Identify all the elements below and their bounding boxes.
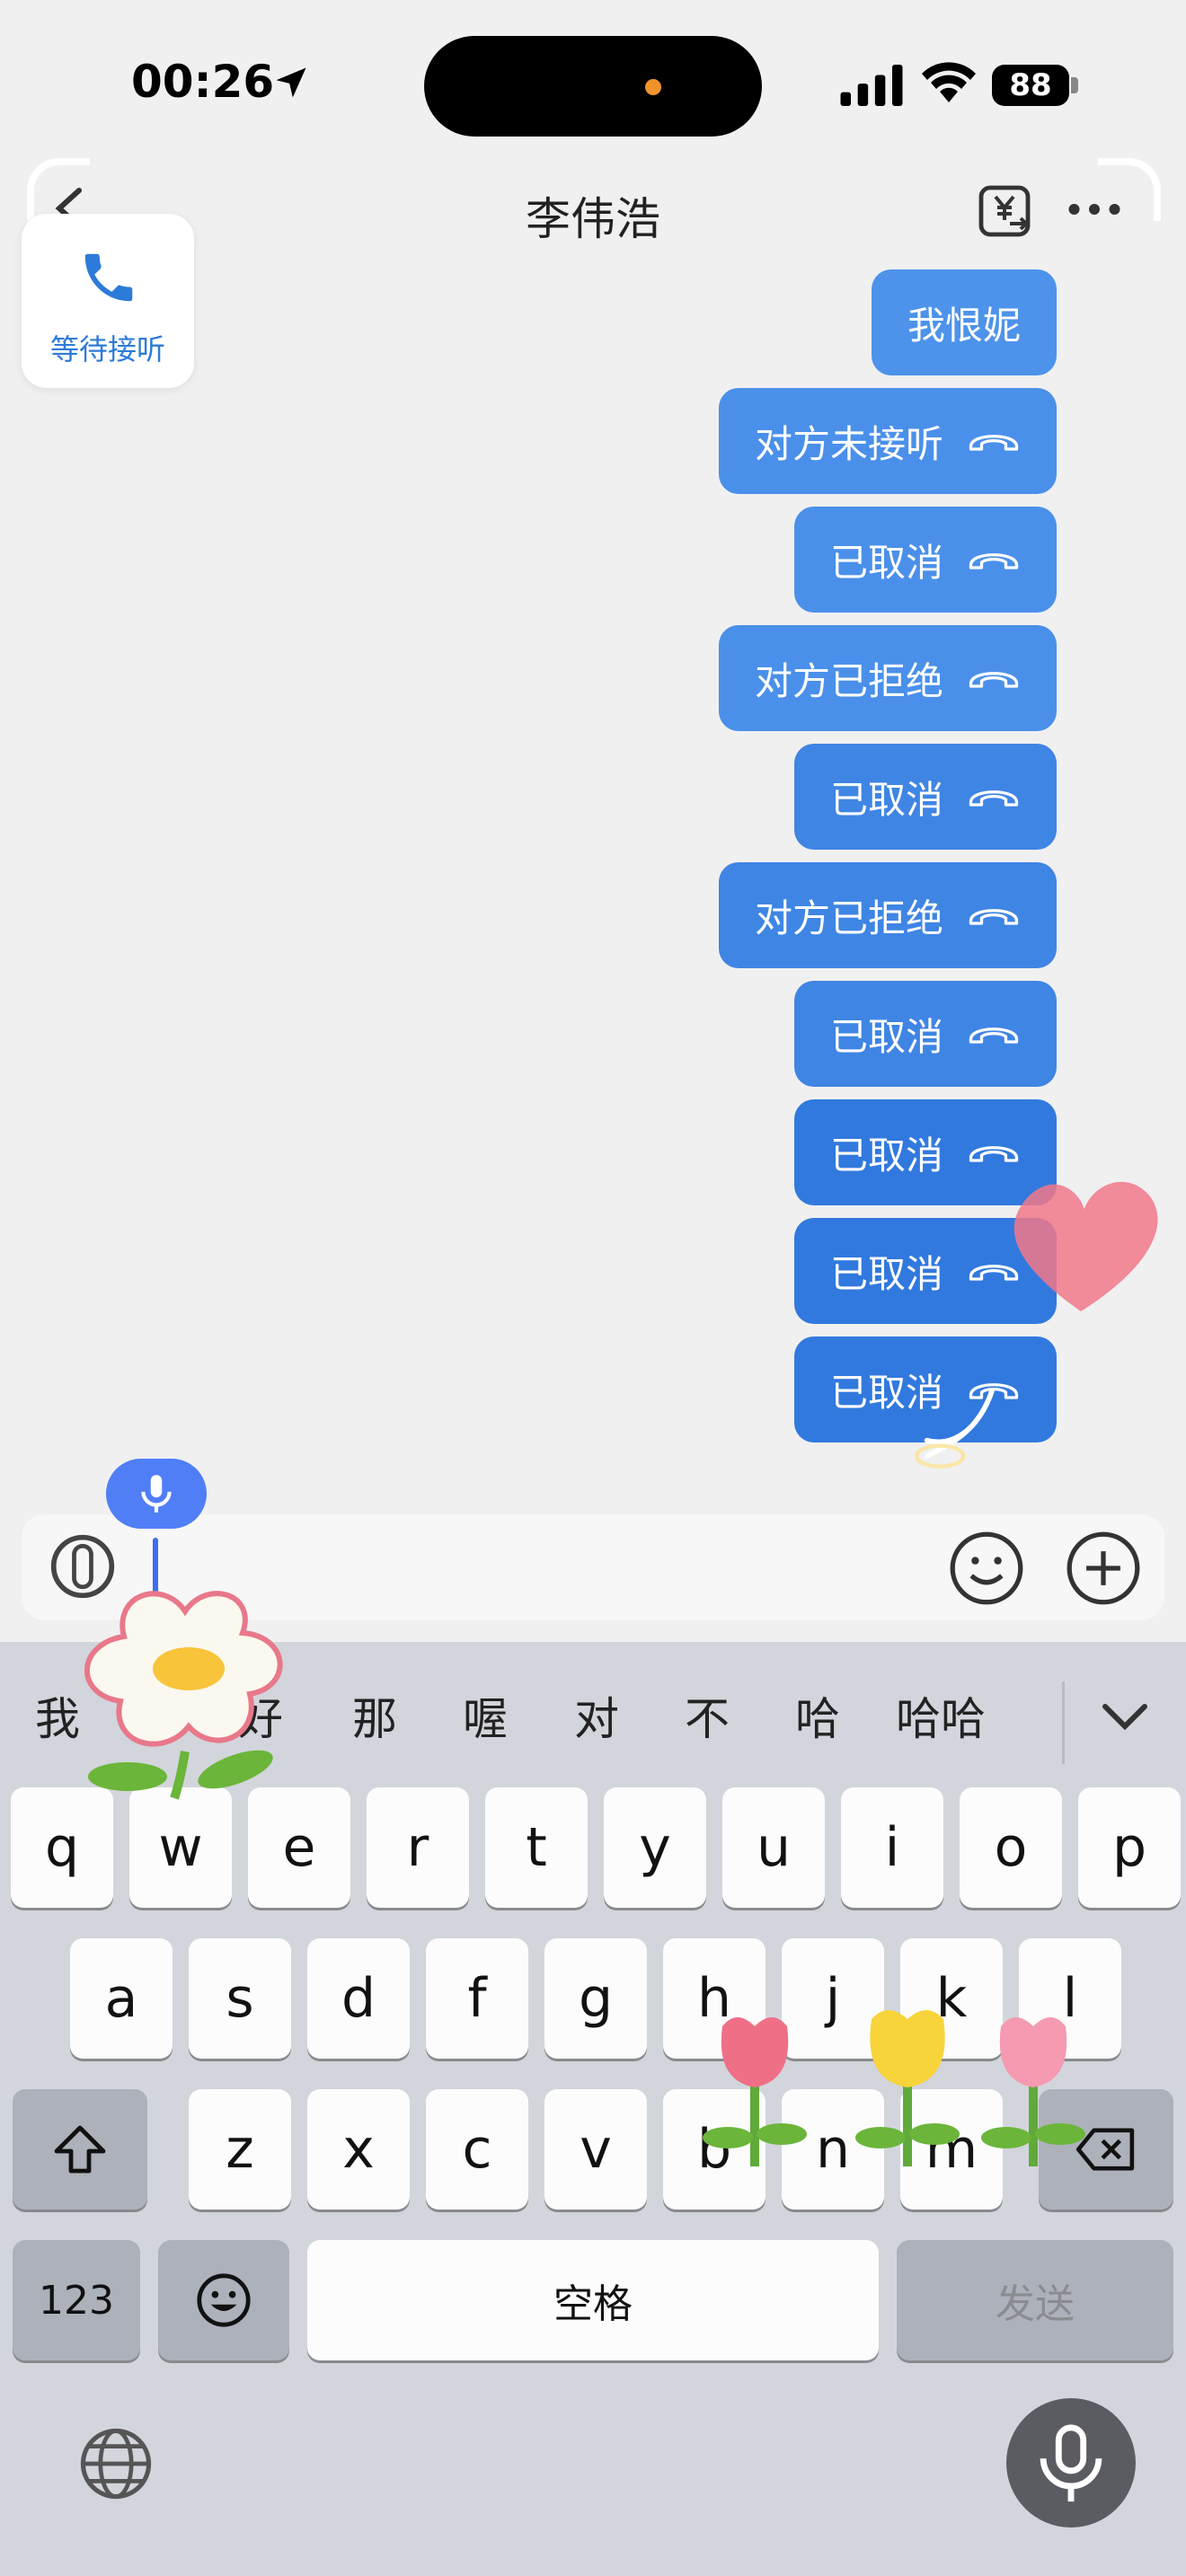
emoji-key[interactable] [158,2240,289,2360]
message-text: 我恨妮 [907,303,1021,348]
message-text: 已取消 [829,777,943,822]
message-text: 已取消 [829,1014,943,1059]
letter-key-v[interactable]: v [544,2089,647,2210]
call-record-bubble[interactable]: 已取消 [793,507,1057,613]
letter-key-f[interactable]: f [426,1938,528,2059]
space-key[interactable]: 空格 [307,2240,879,2360]
letter-key-z[interactable]: z [189,2089,291,2210]
send-key[interactable]: 发送 [897,2240,1173,2360]
heart-sticker [1013,1181,1158,1311]
message-text: 已取消 [829,540,943,585]
letter-key-o[interactable]: o [960,1787,1062,1908]
letter-key-u[interactable]: u [722,1787,825,1908]
status-time: 00:26 [131,56,275,108]
privacy-indicator-dot [645,79,661,95]
tulip-sticker [703,2010,1085,2166]
ribbon-sticker [914,1389,995,1469]
message-text: 已取消 [829,1251,943,1296]
candidate-word[interactable]: 喔 [429,1683,541,1748]
letter-key-p[interactable]: p [1078,1787,1181,1908]
shift-key[interactable] [13,2089,147,2210]
letter-key-c[interactable]: c [426,2089,528,2210]
smiley-icon [197,2273,251,2327]
globe-icon[interactable] [77,2425,155,2502]
letter-key-d[interactable]: d [307,1938,410,2059]
candidate-word[interactable]: 哈哈 [873,1683,1008,1748]
candidate-divider [1062,1681,1065,1764]
letter-key-a[interactable]: a [70,1938,173,2059]
call-record-bubble[interactable]: 对方已拒绝 [718,625,1057,731]
emoji-icon[interactable] [949,1531,1024,1606]
letter-key-g[interactable]: g [544,1938,647,2059]
call-record-bubble[interactable]: 对方未接听 [718,388,1057,494]
letter-key-w[interactable]: w [129,1787,232,1908]
candidate-word[interactable]: 那 [320,1683,429,1748]
hangup-icon [969,435,1019,451]
mic-icon [141,1475,172,1513]
wifi-icon [922,62,976,102]
frame-corner-decoration [1098,158,1161,221]
letter-key-y[interactable]: y [604,1787,706,1908]
numbers-key[interactable]: 123 [13,2240,140,2360]
mic-icon [1040,2424,1102,2502]
dictation-indicator [106,1459,207,1529]
frame-corner-decoration [27,158,90,221]
signal-icon [840,65,903,106]
message-text: 已取消 [829,1133,943,1178]
message-text: 对方已拒绝 [754,895,943,940]
message-bubble[interactable]: 我恨妮 [871,269,1057,375]
letter-key-r[interactable]: r [367,1787,469,1908]
plus-icon[interactable] [1066,1531,1141,1606]
candidate-word[interactable]: 不 [652,1683,762,1748]
dynamic-island [424,36,762,137]
battery-cap [1071,77,1078,93]
letter-key-q[interactable]: q [11,1787,113,1908]
letter-key-i[interactable]: i [841,1787,943,1908]
hangup-icon [969,672,1019,688]
letter-key-e[interactable]: e [248,1787,350,1908]
hangup-icon [969,1028,1019,1044]
candidate-word[interactable]: 哈 [762,1683,873,1748]
shift-icon [54,2125,106,2174]
call-record-bubble[interactable]: 已取消 [793,744,1057,850]
hangup-icon [969,909,1019,925]
message-text: 对方未接听 [754,421,943,466]
chevron-down-icon[interactable] [1100,1694,1150,1737]
hangup-icon [969,553,1019,569]
phone-icon [84,253,133,302]
location-arrow-icon [276,67,306,98]
message-text: 对方已拒绝 [754,658,943,703]
letter-key-s[interactable]: s [189,1938,291,2059]
call-record-bubble[interactable]: 已取消 [793,981,1057,1087]
message-list: 我恨妮 对方未接听 已取消 对方已拒绝 已取消 对方已拒绝 已取消 已取消 已取消 已取消 [248,269,1057,1442]
call-waiting-label: 等待接听 [49,332,165,366]
candidate-word[interactable]: 对 [541,1683,652,1748]
letter-key-t[interactable]: t [485,1787,588,1908]
call-waiting-card[interactable]: 等待接听 [22,214,194,388]
hangup-icon [969,790,1019,807]
transfer-icon[interactable] [978,183,1031,239]
letter-key-x[interactable]: x [307,2089,410,2210]
battery-indicator: 88 [992,65,1069,106]
flower-sticker [84,1591,283,1800]
call-record-bubble[interactable]: 对方已拒绝 [718,862,1057,968]
